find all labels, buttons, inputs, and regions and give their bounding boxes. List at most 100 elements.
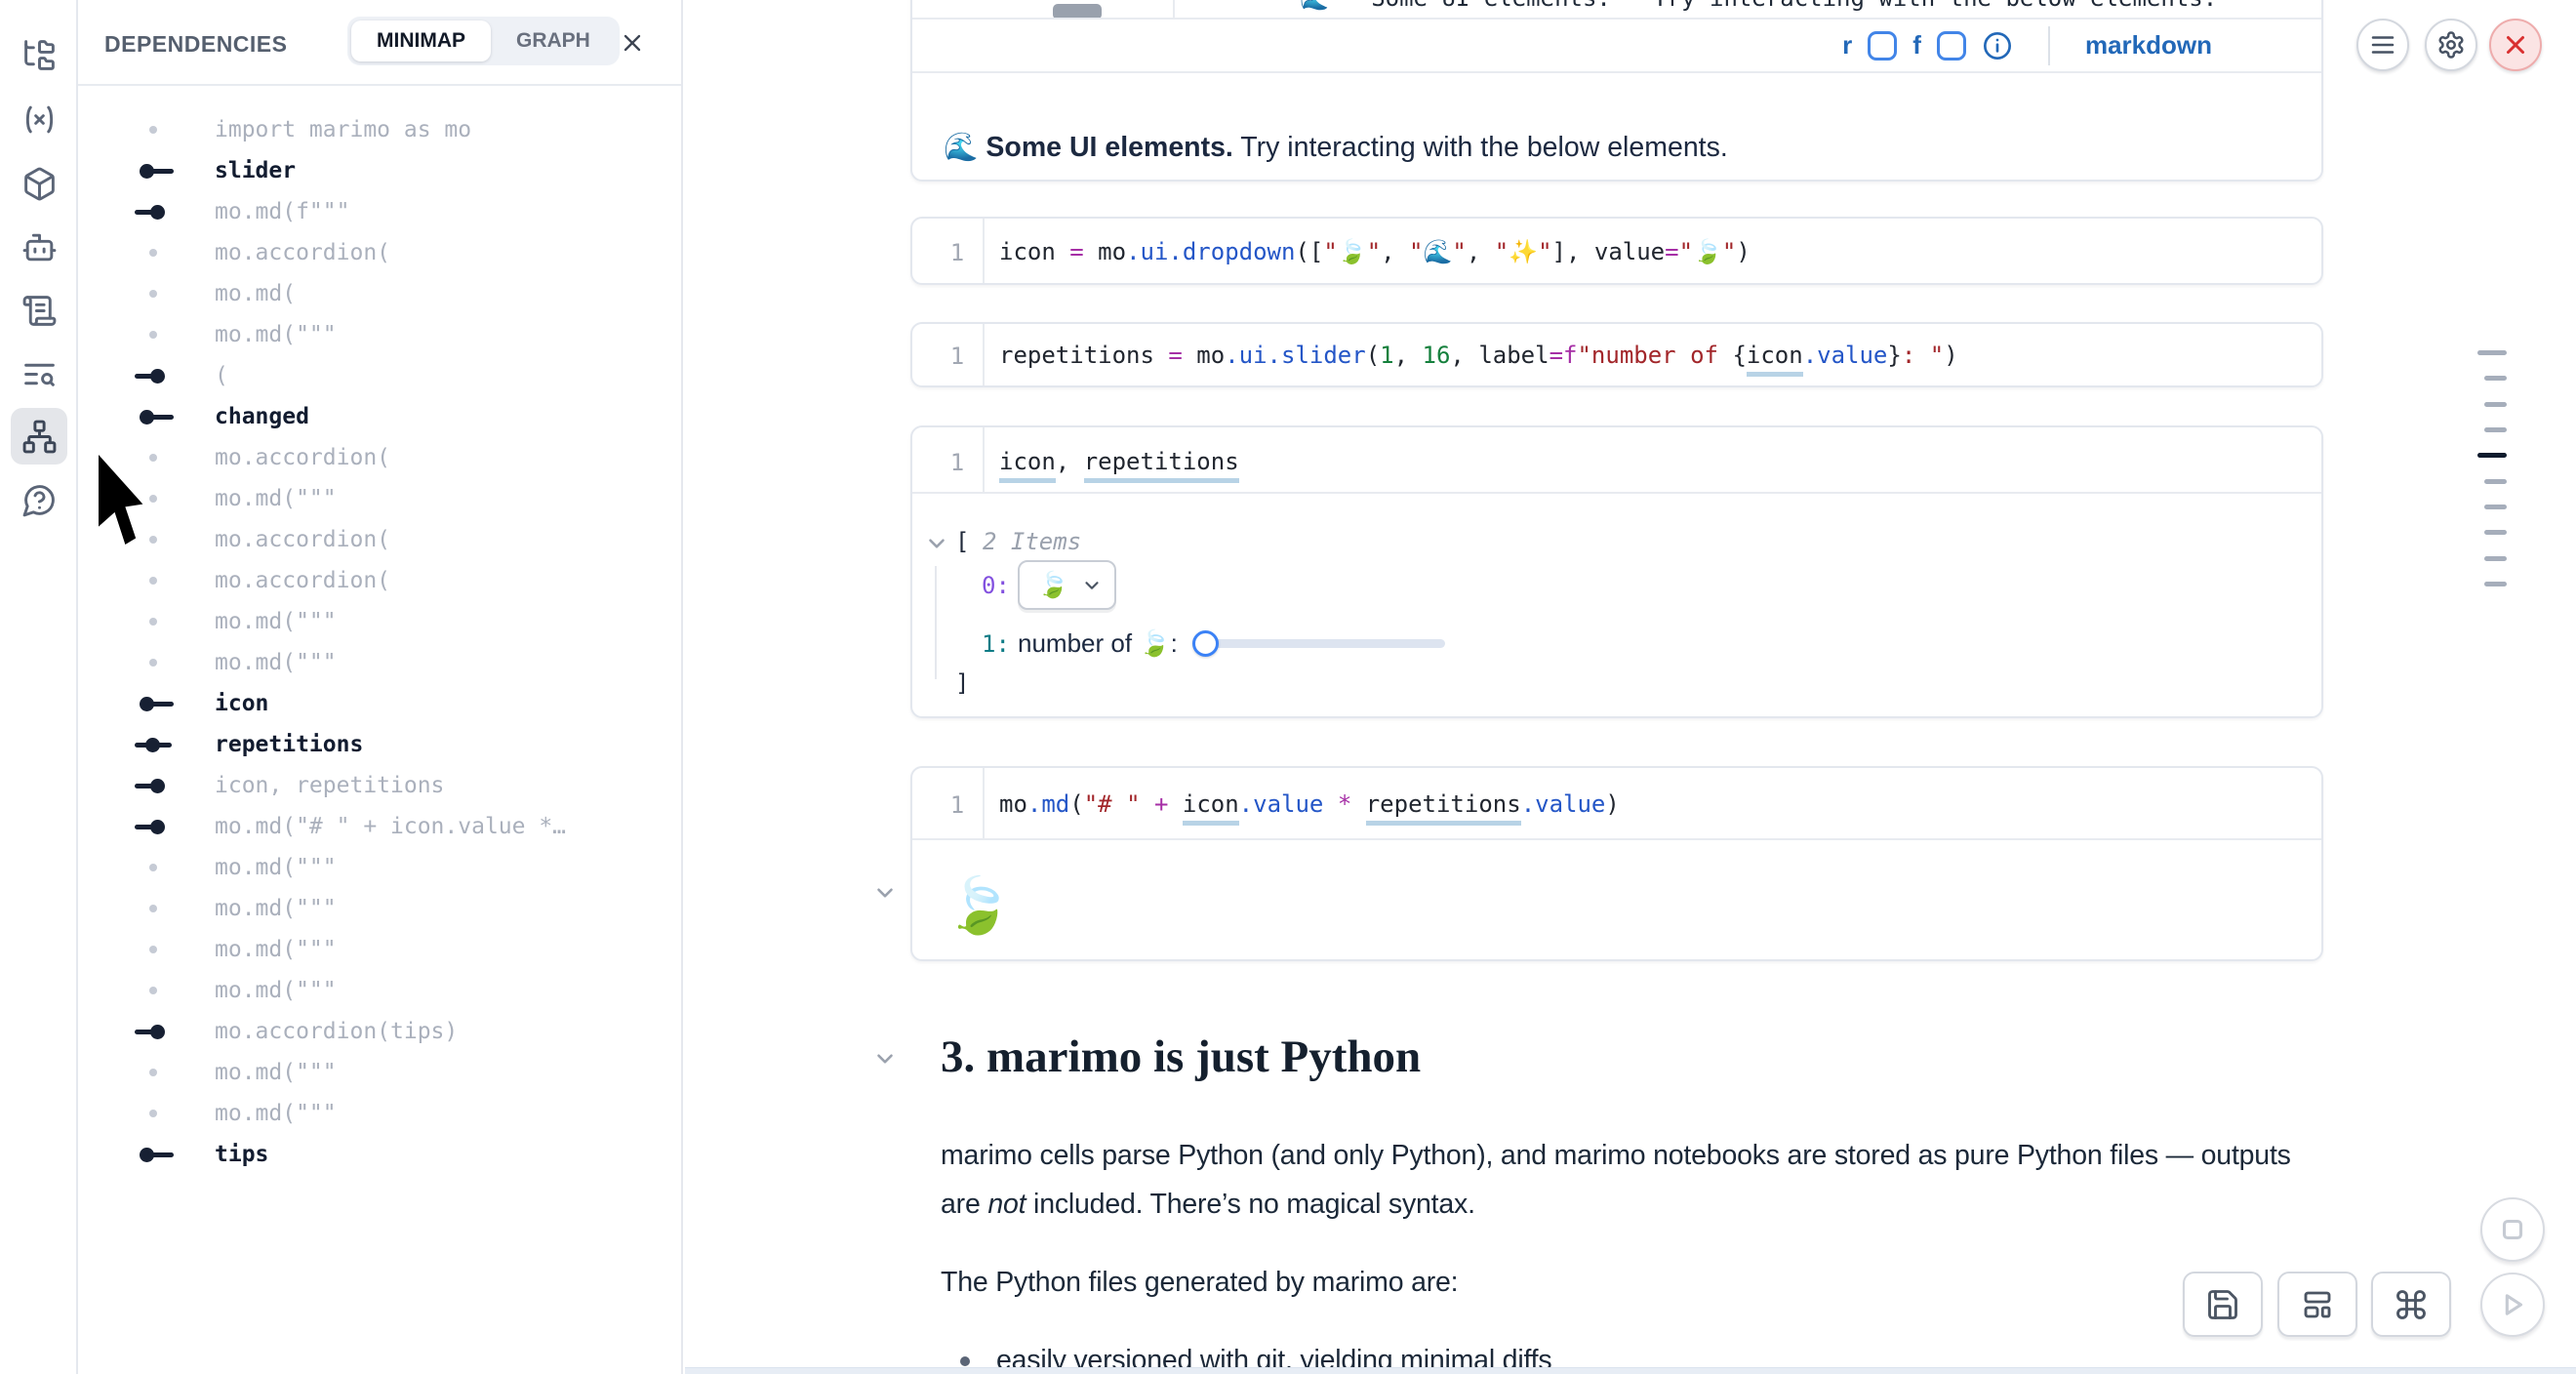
variable-link-icon bbox=[135, 1134, 174, 1175]
minimap-item[interactable]: mo.md("# " + icon.value *… bbox=[78, 806, 681, 847]
scrollbar-bar[interactable] bbox=[2484, 427, 2507, 432]
view-mode-tabs: MINIMAP GRAPH bbox=[347, 17, 620, 65]
collapse-section-icon[interactable] bbox=[872, 1046, 898, 1071]
minimap-item[interactable]: changed bbox=[78, 396, 681, 437]
code-line[interactable]: icon = mo.ui.dropdown(["🍃", "🌊", "✨"], v… bbox=[999, 238, 1751, 265]
cell-output-divider bbox=[912, 838, 2321, 840]
command-icon bbox=[2394, 1287, 2429, 1322]
markdown-toolbar: r f markdown bbox=[912, 20, 2321, 73]
code-line[interactable]: icon, repetitions bbox=[999, 448, 1239, 475]
minimap-item[interactable]: mo.accordion( bbox=[78, 437, 681, 478]
scratchpad-search-icon[interactable] bbox=[11, 345, 67, 402]
layout-button[interactable] bbox=[2277, 1272, 2357, 1337]
minimap-item[interactable]: mo.md(""" bbox=[78, 642, 681, 683]
scrollbar-bar[interactable] bbox=[2484, 530, 2507, 535]
save-button[interactable] bbox=[2183, 1272, 2263, 1337]
settings-button[interactable] bbox=[2425, 19, 2477, 71]
minimap-item-label: mo.accordion(tips) bbox=[215, 1019, 458, 1044]
scrollbar-bar[interactable] bbox=[2484, 376, 2507, 381]
file-tree-icon[interactable] bbox=[11, 26, 67, 83]
minimap-item[interactable]: mo.md(""" bbox=[78, 888, 681, 929]
code-cell-dropdown[interactable]: 1 icon = mo.ui.dropdown(["🍃", "🌊", "✨"],… bbox=[910, 217, 2323, 285]
minimap-item[interactable]: mo.accordion( bbox=[78, 560, 681, 601]
minimap-item[interactable]: mo.md(""" bbox=[78, 601, 681, 642]
minimap-item[interactable]: mo.md(""" bbox=[78, 1093, 681, 1134]
minimap-item-label: changed bbox=[215, 404, 309, 429]
minimap-item[interactable]: mo.md(""" bbox=[78, 929, 681, 970]
minimap-item[interactable]: mo.md(""" bbox=[78, 970, 681, 1011]
collapse-output-icon[interactable] bbox=[872, 880, 898, 906]
scrollbar-bar-current[interactable] bbox=[2477, 453, 2507, 458]
variable-link-icon bbox=[135, 396, 174, 437]
minimap-item[interactable]: repetitions bbox=[78, 724, 681, 765]
paragraph-text: included. There’s no magical syntax. bbox=[1026, 1189, 1474, 1220]
line-number: 1 bbox=[938, 343, 977, 370]
section-heading: 3. marimo is just Python bbox=[941, 1030, 1421, 1083]
command-palette-button[interactable] bbox=[2371, 1272, 2451, 1337]
activity-bar bbox=[0, 0, 78, 1374]
minimap-item[interactable]: mo.md(""" bbox=[78, 314, 681, 355]
minimap-item[interactable]: icon, repetitions bbox=[78, 765, 681, 806]
slider-knob[interactable] bbox=[1192, 630, 1219, 657]
layout-icon bbox=[2300, 1287, 2335, 1322]
ai-assistant-icon[interactable] bbox=[11, 219, 67, 275]
collapse-array-icon[interactable] bbox=[924, 531, 949, 556]
scrollbar-bar[interactable] bbox=[2484, 479, 2507, 484]
tab-graph[interactable]: GRAPH bbox=[491, 20, 616, 61]
scrollbar-bar[interactable] bbox=[2484, 556, 2507, 561]
minimap-item[interactable]: mo.md(""" bbox=[78, 847, 681, 888]
variable-link-icon bbox=[135, 806, 174, 847]
code-cell-md-heading[interactable]: 1 mo.md("# " + icon.value * repetitions.… bbox=[910, 766, 2323, 961]
minimap-item[interactable]: import marimo as mo bbox=[78, 109, 681, 150]
minimap-item[interactable]: mo.accordion( bbox=[78, 232, 681, 273]
stop-button[interactable] bbox=[2480, 1197, 2545, 1262]
scrollbar-bar[interactable] bbox=[2484, 505, 2507, 509]
packages-icon[interactable] bbox=[11, 155, 67, 212]
minimap-item[interactable]: slider bbox=[78, 150, 681, 191]
minimap-item[interactable]: mo.accordion(tips) bbox=[78, 1011, 681, 1052]
run-button[interactable] bbox=[2480, 1273, 2545, 1337]
minimap-item[interactable]: mo.md(""" bbox=[78, 1052, 681, 1093]
slider-track[interactable] bbox=[1205, 639, 1445, 648]
format-checkbox[interactable] bbox=[1937, 31, 1966, 61]
dependencies-icon[interactable] bbox=[11, 408, 67, 465]
markdown-cell[interactable]: 🌊 **Some UI elements.** Try interacting … bbox=[910, 0, 2323, 182]
minimap-item[interactable]: mo.md(""" bbox=[78, 478, 681, 519]
markdown-editor[interactable]: 🌊 **Some UI elements.** Try interacting … bbox=[912, 0, 2321, 20]
icon-dropdown-select[interactable]: 🍃 bbox=[1018, 560, 1116, 610]
code-cell-slider[interactable]: 1 repetitions = mo.ui.slider(1, 16, labe… bbox=[910, 322, 2323, 387]
minimap-item[interactable]: tips bbox=[78, 1134, 681, 1175]
info-icon[interactable] bbox=[1982, 30, 2013, 61]
minimap-item[interactable]: mo.md( bbox=[78, 273, 681, 314]
scrollbar-bar[interactable] bbox=[2484, 582, 2507, 586]
drag-handle[interactable] bbox=[1053, 4, 1102, 20]
minimap-item-label: repetitions bbox=[215, 732, 363, 757]
code-line[interactable]: repetitions = mo.ui.slider(1, 16, label=… bbox=[999, 342, 1958, 369]
cell-dot-icon bbox=[135, 642, 174, 683]
scrollbar-bar[interactable] bbox=[2484, 402, 2507, 407]
logs-icon[interactable] bbox=[11, 282, 67, 339]
minimap-item[interactable]: mo.accordion( bbox=[78, 519, 681, 560]
minimap-item[interactable]: icon bbox=[78, 683, 681, 724]
minimap-item-label: mo.accordion( bbox=[215, 568, 390, 593]
variables-icon[interactable] bbox=[11, 91, 67, 147]
markdown-source-line[interactable]: 🌊 **Some UI elements.** Try interacting … bbox=[1300, 0, 2217, 12]
bullet-dot bbox=[960, 1356, 970, 1366]
cell-dot-icon bbox=[135, 847, 174, 888]
minimap-item[interactable]: mo.md(f""" bbox=[78, 191, 681, 232]
cell-dot-icon bbox=[135, 1052, 174, 1093]
reference-checkbox[interactable] bbox=[1868, 31, 1897, 61]
code-cell-tuple[interactable]: 1 icon, repetitions [ 2 Items 0: 🍃 1: nu… bbox=[910, 425, 2323, 718]
language-mode-badge[interactable]: markdown bbox=[2085, 30, 2212, 61]
help-icon[interactable] bbox=[11, 471, 67, 528]
menu-button[interactable] bbox=[2356, 19, 2409, 71]
shutdown-button[interactable] bbox=[2489, 19, 2542, 71]
minimap-item-label: mo.md(""" bbox=[215, 1060, 337, 1085]
code-line[interactable]: mo.md("# " + icon.value * repetitions.va… bbox=[999, 790, 1620, 818]
minimap-item-label: import marimo as mo bbox=[215, 117, 471, 142]
minimap-item[interactable]: ( bbox=[78, 355, 681, 396]
output-bold-text: Some UI elements. bbox=[986, 132, 1232, 163]
tab-minimap[interactable]: MINIMAP bbox=[351, 20, 491, 61]
scrollbar-bar[interactable] bbox=[2477, 350, 2507, 355]
close-panel-button[interactable] bbox=[615, 25, 650, 61]
